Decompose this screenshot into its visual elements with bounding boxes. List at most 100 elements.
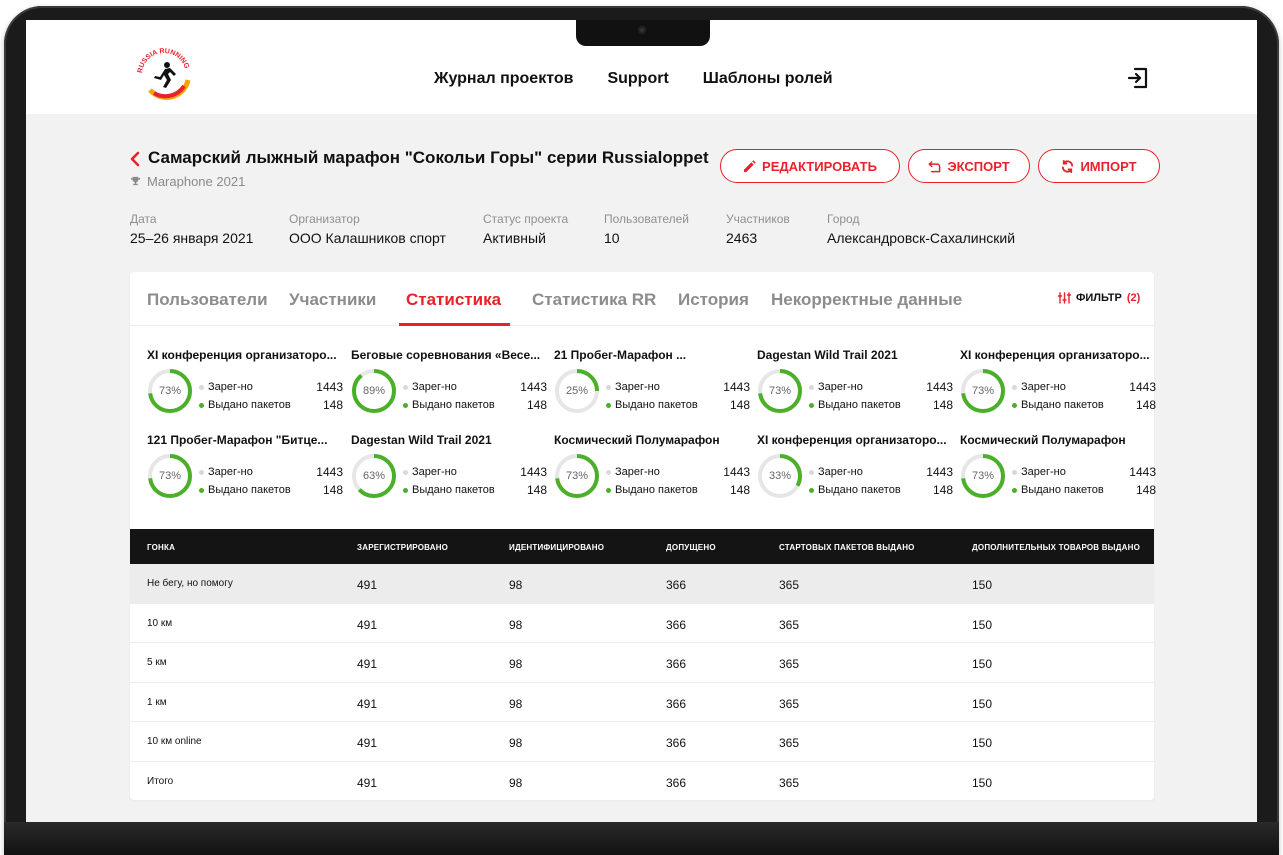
tab-history[interactable]: История <box>678 290 749 310</box>
tab-incorrect-data[interactable]: Некорректные данные <box>771 290 962 310</box>
stat-registered-value: 1443 <box>316 380 343 394</box>
stat-name: 121 Пробег-Марафон "Битце... <box>147 433 328 447</box>
th-admitted: ДОПУЩЕНО <box>666 543 716 552</box>
progress-percent: 73% <box>971 470 995 482</box>
th-extra-goods-issued: ДОПОЛНИТЕЛЬНЫХ ТОВАРОВ ВЫДАНО <box>972 543 1140 552</box>
nav-support[interactable]: Support <box>607 70 668 88</box>
progress-percent: 73% <box>971 385 995 397</box>
stat-item: Dagestan Wild Trail 2021 63% Зарег-но 1443 В… <box>351 433 547 505</box>
russia-running-logo[interactable]: RUSSIA RUNNING <box>134 44 194 104</box>
table-row[interactable]: 10 км 491 98 366 365 150 <box>130 604 1154 643</box>
stat-item: Беговые соревнования «Весе... 89% Зарег-но… <box>351 348 547 420</box>
stat-registered-row: Зарег-но 1443 <box>809 465 953 479</box>
stat-name: XI конференция организаторо... <box>960 348 1150 362</box>
project-subtitle: Maraphone 2021 <box>130 174 245 189</box>
issued-dot <box>199 487 204 493</box>
table-cell: 491 <box>357 775 378 790</box>
stat-issued-value: 148 <box>322 398 343 412</box>
stat-issued-row: Выдано пакетов 148 <box>403 398 547 412</box>
meta-organizer-label: Организатор <box>289 212 360 226</box>
issued-dot <box>606 487 611 493</box>
table-cell: 366 <box>666 696 687 711</box>
meta-status-label: Статус проекта <box>483 212 569 226</box>
stat-issued-value: 148 <box>1135 398 1156 412</box>
edit-button[interactable]: РЕДАКТИРОВАТЬ <box>720 149 900 183</box>
registered-dot <box>1012 384 1017 390</box>
stat-issued-value: 148 <box>526 483 547 497</box>
project-subtitle-text: Maraphone 2021 <box>147 174 246 189</box>
stat-registered-row: Зарег-но 1443 <box>403 465 547 479</box>
meta-organizer-value: ООО Калашников спорт <box>289 230 446 246</box>
table-cell: 98 <box>509 578 523 592</box>
nav-role-templates[interactable]: Шаблоны ролей <box>703 70 833 88</box>
issued-dot <box>809 402 814 408</box>
stat-registered-row: Зарег-но 1443 <box>606 380 750 394</box>
export-button-label: ЭКСПОРТ <box>947 158 1010 174</box>
stat-registered-value: 1443 <box>1129 380 1156 394</box>
export-button[interactable]: ЭКСПОРТ <box>908 149 1030 183</box>
edit-button-label: РЕДАКТИРОВАТЬ <box>762 158 877 174</box>
stat-issued-row: Выдано пакетов 148 <box>1012 483 1156 497</box>
issued-dot <box>606 402 611 408</box>
stat-issued-row: Выдано пакетов 148 <box>809 398 953 412</box>
registered-dot <box>403 384 408 390</box>
active-tab-indicator <box>399 323 510 326</box>
stat-issued-label: Выдано пакетов <box>412 484 495 496</box>
table-row[interactable]: 1 км 491 98 366 365 150 <box>130 683 1154 722</box>
stat-issued-value: 148 <box>932 483 953 497</box>
stat-item: Dagestan Wild Trail 2021 73% Зарег-но 1443 В… <box>757 348 953 420</box>
stat-issued-value: 148 <box>526 398 547 412</box>
filter-count: (2) <box>1126 292 1141 304</box>
th-identified: ИДЕНТИФИЦИРОВАНО <box>509 543 605 552</box>
tab-statistics-rr[interactable]: Статистика RR <box>532 290 656 310</box>
table-cell: 150 <box>972 775 993 790</box>
import-button[interactable]: ИМПОРТ <box>1038 149 1160 183</box>
stat-issued-value: 148 <box>322 483 343 497</box>
table-row[interactable]: Итого 491 98 366 365 150 <box>130 762 1154 801</box>
table-cell: 150 <box>972 657 993 671</box>
meta-participants-value: 2463 <box>726 230 758 246</box>
meta-date-label: Дата <box>130 212 157 226</box>
registered-dot <box>1012 469 1017 475</box>
progress-percent: 73% <box>158 470 182 482</box>
issued-dot <box>809 487 814 493</box>
table-cell: 366 <box>666 775 687 790</box>
stat-registered-row: Зарег-но 1443 <box>809 380 953 394</box>
table-row[interactable]: Не бегу, но помогу 491 98 366 365 150 <box>130 564 1154 604</box>
stat-registered-value: 1443 <box>926 465 953 479</box>
stat-registered-row: Зарег-но 1443 <box>1012 465 1156 479</box>
meta-status-value: Активный <box>483 230 546 246</box>
refresh-icon <box>1062 159 1074 173</box>
th-packets-issued: СТАРТОВЫХ ПАКЕТОВ ВЫДАНО <box>779 543 915 552</box>
stat-issued-label: Выдано пакетов <box>208 484 291 496</box>
filter-button[interactable]: ФИЛЬТР (2) <box>1058 292 1140 304</box>
stat-name: Космический Полумарафон <box>960 433 1126 447</box>
tab-users[interactable]: Пользователи <box>147 290 268 310</box>
logout-icon[interactable] <box>1126 66 1150 90</box>
stat-registered-label: Зарег-но <box>818 381 863 393</box>
stat-name: XI конференция организаторо... <box>757 433 947 447</box>
stat-registered-value: 1443 <box>316 465 343 479</box>
tab-participants[interactable]: Участники <box>289 290 376 310</box>
stat-issued-row: Выдано пакетов 148 <box>809 483 953 497</box>
registered-dot <box>809 469 814 475</box>
table-cell: 150 <box>972 696 993 711</box>
back-chevron-icon[interactable] <box>128 151 142 167</box>
table-row[interactable]: 5 км 491 98 366 365 150 <box>130 643 1154 683</box>
race-name-cell: 10 км online <box>147 736 202 747</box>
stat-registered-row: Зарег-но 1443 <box>199 380 343 394</box>
table-cell: 491 <box>357 617 378 632</box>
camera-icon <box>638 26 646 34</box>
stat-item: XI конференция организаторо... 33% Зарег-н… <box>757 433 953 505</box>
registered-dot <box>606 469 611 475</box>
stat-issued-label: Выдано пакетов <box>1021 484 1104 496</box>
table-header: ГОНКА ЗАРЕГИСТРИРОВАНО ИДЕНТИФИЦИРОВАНО … <box>130 529 1154 564</box>
stat-registered-label: Зарег-но <box>208 466 253 478</box>
laptop-bezel <box>4 822 1279 855</box>
races-table: ГОНКА ЗАРЕГИСТРИРОВАНО ИДЕНТИФИЦИРОВАНО … <box>130 529 1154 801</box>
tab-statistics[interactable]: Статистика <box>406 290 501 310</box>
stat-registered-value: 1443 <box>520 380 547 394</box>
table-row[interactable]: 10 км online 491 98 366 365 150 <box>130 722 1154 762</box>
stat-issued-row: Выдано пакетов 148 <box>606 398 750 412</box>
nav-projects-journal[interactable]: Журнал проектов <box>434 70 573 88</box>
